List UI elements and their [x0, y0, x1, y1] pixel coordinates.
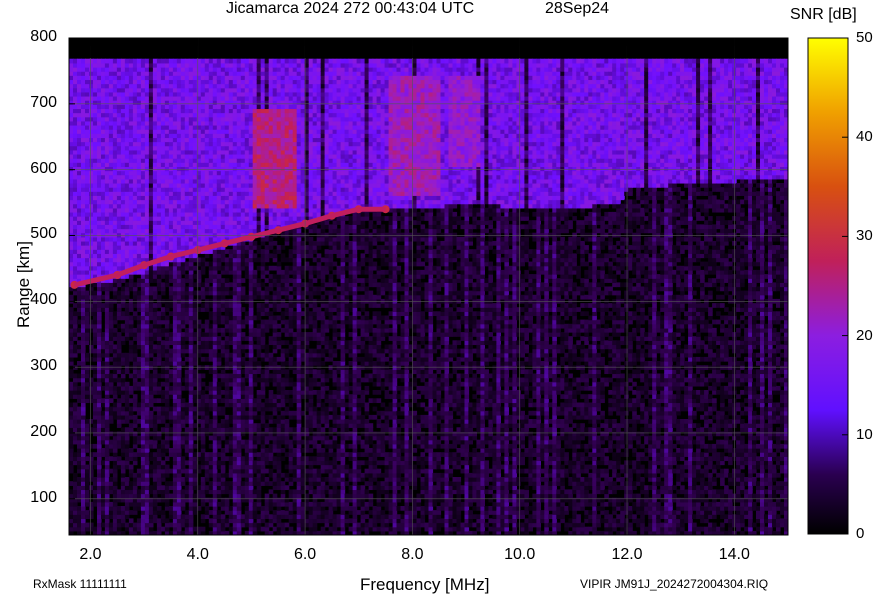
x-tick-label: 14.0 — [718, 546, 750, 563]
rx-mask-label: RxMask 11111111 — [33, 577, 127, 591]
colorbar-tick-label: 10 — [856, 425, 873, 443]
colorbar-tick-label: 30 — [856, 227, 873, 245]
y-tick-label: 100 — [30, 488, 57, 506]
x-tick-label: 4.0 — [186, 546, 209, 563]
colorbar-tick-label: 20 — [856, 326, 873, 344]
y-tick-label: 700 — [30, 93, 57, 111]
chart-date: 28Sep24 — [545, 0, 610, 17]
y-tick-label: 500 — [30, 225, 57, 243]
colorbar-tick-label: 40 — [856, 128, 873, 146]
y-tick-label: 800 — [30, 28, 57, 45]
chart-title: Jicamarca 2024 272 00:43:04 UTC — [226, 0, 475, 17]
x-axis-label: Frequency [MHz] — [360, 575, 490, 594]
x-tick-label: 12.0 — [611, 546, 643, 563]
y-tick-label: 200 — [30, 422, 57, 440]
x-tick-label: 8.0 — [401, 546, 424, 563]
x-tick-label: 6.0 — [293, 546, 317, 563]
colorbar-tick-label: 50 — [856, 29, 873, 46]
ionogram-chart — [68, 37, 849, 536]
colorbar-tick-label: 0 — [856, 525, 865, 542]
y-tick-label: 400 — [30, 291, 57, 309]
y-tick-label: 300 — [30, 357, 57, 375]
colorbar-label: SNR [dB] — [790, 6, 857, 23]
y-axis-label: Range [km] — [14, 241, 33, 328]
colorbar — [807, 37, 849, 535]
x-tick-label: 10.0 — [504, 546, 536, 563]
y-tick-label: 600 — [30, 159, 57, 177]
x-tick-label: 2.0 — [79, 546, 102, 563]
file-name-label: VIPIR JM91J_2024272004304.RIQ — [580, 577, 769, 591]
